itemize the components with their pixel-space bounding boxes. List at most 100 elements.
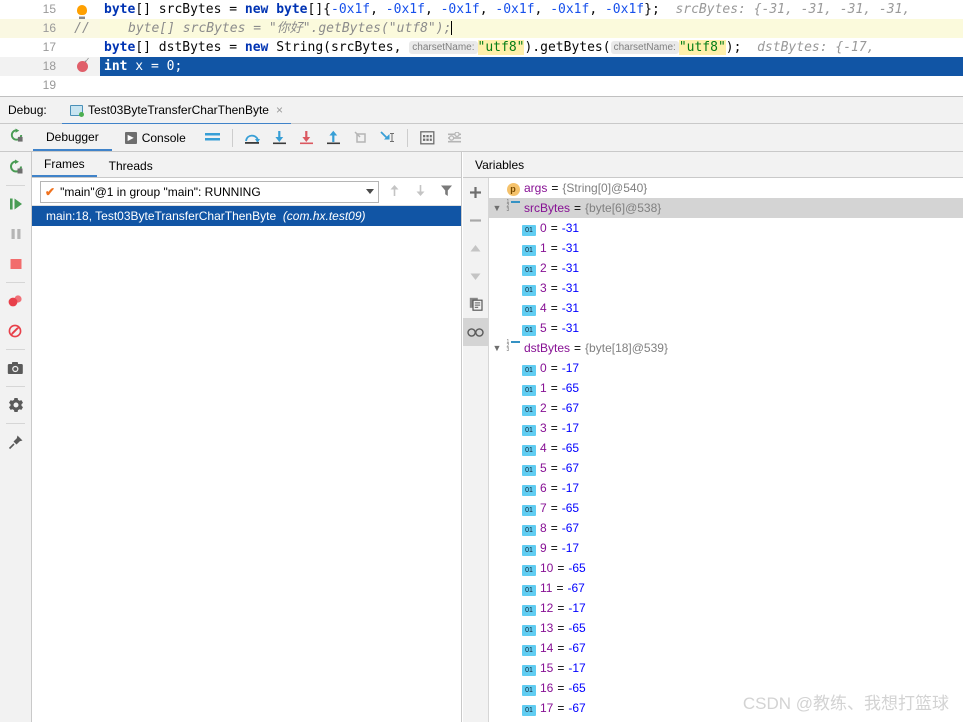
inspect-glasses-button[interactable]: [463, 318, 488, 346]
force-step-into-icon[interactable]: [293, 130, 320, 145]
variable-row[interactable]: 01 2 = -67: [489, 398, 963, 418]
drop-frame-icon[interactable]: [347, 130, 374, 145]
variable-name: 2: [540, 261, 547, 275]
line-number-15: 15: [42, 2, 56, 16]
primitive-icon: 01: [521, 658, 537, 678]
variable-row[interactable]: 01 4 = -65: [489, 438, 963, 458]
frame-list-item[interactable]: main:18, Test03ByteTransferCharThenByte …: [32, 206, 461, 226]
variable-row[interactable]: 01 17 = -67: [489, 698, 963, 718]
pin-tab-button[interactable]: [0, 427, 31, 457]
tab-console[interactable]: ▶ Console: [112, 124, 199, 151]
variables-actions-rail: [463, 178, 489, 722]
remove-watch-button[interactable]: [463, 206, 488, 234]
token-getbytes-call: ).getBytes(: [524, 40, 611, 55]
frame-up-button[interactable]: [383, 184, 405, 200]
variable-row[interactable]: 01 5 = -67: [489, 458, 963, 478]
step-out-icon[interactable]: [320, 130, 347, 145]
copy-value-button[interactable]: [463, 290, 488, 318]
variable-row[interactable]: 01 5 = -31: [489, 318, 963, 338]
primitive-icon: 01: [521, 318, 537, 338]
variable-value: -17: [561, 361, 580, 375]
step-into-icon[interactable]: [266, 130, 293, 145]
primitive-icon: 01: [521, 638, 537, 658]
view-breakpoints-button[interactable]: [0, 286, 31, 316]
move-down-button[interactable]: [463, 262, 488, 290]
variable-row[interactable]: ▼ 1 2 3 srcBytes = {byte[6]@538}: [489, 198, 963, 218]
run-to-cursor-icon[interactable]: [374, 130, 401, 145]
move-up-button[interactable]: [463, 234, 488, 262]
settings-list-icon[interactable]: [441, 131, 468, 144]
token-decl-dst: [] dstBytes =: [135, 40, 245, 55]
variable-row[interactable]: ▼ 1 2 3 dstBytes = {byte[18]@539}: [489, 338, 963, 358]
variable-value: -65: [561, 381, 580, 395]
rerun-button[interactable]: [0, 152, 31, 182]
layout-settings-icon[interactable]: [199, 132, 226, 143]
code-line-18[interactable]: 18 int x = 0;: [0, 57, 963, 76]
variable-row[interactable]: p args = {String[0]@540}: [489, 178, 963, 198]
equals-sign: =: [550, 221, 558, 235]
variable-name: 4: [540, 301, 547, 315]
rerun-icon[interactable]: [0, 128, 33, 147]
variable-name: 17: [540, 701, 554, 715]
equals-sign: =: [550, 461, 558, 475]
screenshot-button[interactable]: [0, 353, 31, 383]
mute-breakpoints-button[interactable]: [0, 316, 31, 346]
pause-program-button[interactable]: [0, 219, 31, 249]
breakpoint-icon[interactable]: [64, 57, 100, 76]
code-line-16[interactable]: 16 // byte[] srcBytes = "你好".getBytes("u…: [0, 19, 963, 38]
settings-button[interactable]: [0, 390, 31, 420]
variable-name: 14: [540, 641, 554, 655]
frame-down-button[interactable]: [409, 184, 431, 200]
add-watch-button[interactable]: [463, 178, 488, 206]
code-line-15[interactable]: 15 byte[] srcBytes = new byte[]{-0x1f, -…: [0, 0, 963, 19]
close-icon[interactable]: ×: [276, 103, 283, 117]
expand-twisty-icon[interactable]: ▼: [489, 338, 505, 358]
tab-debugger[interactable]: Debugger: [33, 124, 112, 151]
frame-location: main:18, Test03ByteTransferCharThenByte: [46, 209, 277, 223]
variable-row[interactable]: 01 2 = -31: [489, 258, 963, 278]
thread-selector-combobox[interactable]: ✔ "main"@1 in group "main": RUNNING: [40, 180, 379, 203]
primitive-icon: 01: [521, 218, 537, 238]
frames-tabs: Frames Threads: [32, 152, 461, 178]
variable-row[interactable]: 01 3 = -31: [489, 278, 963, 298]
variable-row[interactable]: 01 0 = -17: [489, 358, 963, 378]
variable-row[interactable]: 01 14 = -67: [489, 638, 963, 658]
filter-frames-button[interactable]: [435, 184, 457, 200]
stop-button[interactable]: [0, 249, 31, 279]
variables-panel: Variables p args = {String[0]@540} ▼ 1 2…: [463, 152, 963, 722]
chevron-down-icon[interactable]: [366, 189, 374, 194]
variable-row[interactable]: 01 15 = -17: [489, 658, 963, 678]
variable-row[interactable]: 01 10 = -65: [489, 558, 963, 578]
variable-row[interactable]: 01 9 = -17: [489, 538, 963, 558]
tab-threads[interactable]: Threads: [97, 159, 165, 177]
expand-twisty-icon[interactable]: ▼: [489, 198, 505, 218]
variables-tree[interactable]: p args = {String[0]@540} ▼ 1 2 3 srcBytes = {byte[…: [489, 178, 963, 722]
rail-separator-2: [6, 282, 25, 283]
primitive-icon: 01: [521, 618, 537, 638]
variable-row[interactable]: 01 8 = -67: [489, 518, 963, 538]
variable-value: -17: [561, 421, 580, 435]
variable-row[interactable]: 01 1 = -31: [489, 238, 963, 258]
variable-row[interactable]: 01 13 = -65: [489, 618, 963, 638]
resume-program-button[interactable]: [0, 189, 31, 219]
variable-row[interactable]: 01 4 = -31: [489, 298, 963, 318]
variable-row[interactable]: 01 1 = -65: [489, 378, 963, 398]
variable-row[interactable]: 01 0 = -31: [489, 218, 963, 238]
variable-row[interactable]: 01 3 = -17: [489, 418, 963, 438]
token-num-1: -0x1f: [331, 2, 371, 17]
evaluate-expression-icon[interactable]: [414, 130, 441, 145]
code-editor[interactable]: 15 byte[] srcBytes = new byte[]{-0x1f, -…: [0, 0, 963, 96]
equals-sign: =: [550, 241, 558, 255]
lightbulb-icon[interactable]: [64, 0, 100, 19]
variable-row[interactable]: 01 6 = -17: [489, 478, 963, 498]
debug-session-tab[interactable]: Test03ByteTransferCharThenByte ×: [62, 97, 291, 125]
step-over-icon[interactable]: [239, 130, 266, 145]
variable-row[interactable]: 01 16 = -65: [489, 678, 963, 698]
code-line-17[interactable]: 17 byte[] dstBytes = new String(srcBytes…: [0, 38, 963, 57]
variable-row[interactable]: 01 11 = -67: [489, 578, 963, 598]
variable-row[interactable]: 01 12 = -17: [489, 598, 963, 618]
tab-frames[interactable]: Frames: [32, 157, 97, 177]
primitive-icon: 01: [521, 298, 537, 318]
token-keyword-byte: byte: [104, 2, 136, 17]
variable-row[interactable]: 01 7 = -65: [489, 498, 963, 518]
